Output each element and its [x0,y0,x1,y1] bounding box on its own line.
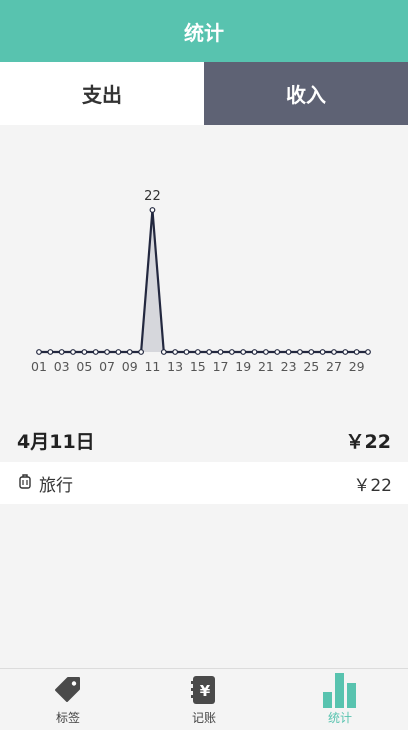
chart-point [319,349,326,355]
tab-expense-label: 支出 [82,83,122,107]
chart-point [331,349,337,355]
bar-chart-icon [323,673,356,708]
nav-tags-label: 标签 [55,711,80,725]
chart-point [81,349,88,355]
chart-point [228,349,235,355]
chart-tick-label: 19 [235,359,251,374]
chart-point [274,349,281,355]
page-title: 统计 [184,20,224,45]
tag-icon [55,677,80,702]
chart-tick-label: 05 [76,359,92,374]
chart-tick-label: 25 [303,359,319,374]
chart-point [240,349,247,355]
tab-income-label: 收入 [286,83,326,107]
nav-ledger-label: 记账 [191,711,216,725]
chart-point [194,349,201,355]
record-row[interactable]: 旅行 ￥22 [0,462,408,504]
tab-expense[interactable]: 支出 [0,62,204,125]
chart-tick-label: 09 [122,359,138,374]
svg-text:¥: ¥ [200,682,211,700]
chart-point [149,207,156,213]
chart-point [342,349,349,355]
chart-point [160,349,167,355]
chart-tick-label: 17 [213,359,229,374]
chart-point [58,349,65,355]
chart-point [262,349,269,355]
luggage-icon [17,472,33,495]
chart-point [172,349,179,355]
tab-income[interactable]: 收入 [204,62,408,125]
chart-tick-label: 01 [31,359,47,374]
chart-point [36,349,42,355]
bottom-nav: 标签 ¥ 记账 统计 [0,668,408,730]
chart-tick-label: 27 [326,359,342,374]
daily-income-chart: 01 03 05 07 09 11 13 15 17 19 21 23 25 27 29 22 [0,125,408,395]
chart-tick-label: 03 [54,359,70,374]
chart-tick-label: 29 [349,359,365,374]
record-amount: ￥22 [353,475,392,496]
day-total: ￥22 [345,430,391,453]
nav-ledger[interactable]: ¥ 记账 [136,669,272,730]
chart-tick-label: 21 [258,359,274,374]
chart-point [47,349,54,355]
nav-stats-label: 统计 [327,711,352,725]
chart-point [104,349,110,355]
chart-tick-label: 13 [167,359,183,374]
app-header: 统计 [0,0,408,62]
chart-point [126,349,133,355]
ledger-yen-icon: ¥ [191,676,215,704]
chart-tick-label: 07 [99,359,115,374]
nav-tags[interactable]: 标签 [0,669,136,730]
record-category: 旅行 [39,475,73,496]
chart-point [183,349,190,355]
chart-area [39,210,368,352]
chart-data-label: 22 [144,189,161,204]
chart-line [39,208,368,354]
chart-point [365,349,371,355]
nav-stats[interactable]: 统计 [272,669,408,730]
chart-point [92,349,99,355]
chart-point [297,349,303,355]
chart-point [206,349,213,355]
chart-tick-label: 11 [144,359,160,374]
chart-point [251,349,258,355]
chart-point [285,349,292,355]
chart-tick-label: 15 [190,359,206,374]
day-date: 4月11日 [17,430,95,453]
chart-point [308,349,315,355]
chart-tick-label: 23 [281,359,297,374]
chart-point [217,349,224,355]
chart-svg: 01 03 05 07 09 11 13 15 17 19 21 23 25 27 29 22 [31,189,371,374]
type-tabs: 支出 收入 [0,62,408,125]
chart-point [115,349,122,355]
day-summary: 4月11日 ￥22 [0,420,408,460]
chart-point [70,349,76,355]
chart-point [353,349,360,355]
chart-point [138,349,145,355]
